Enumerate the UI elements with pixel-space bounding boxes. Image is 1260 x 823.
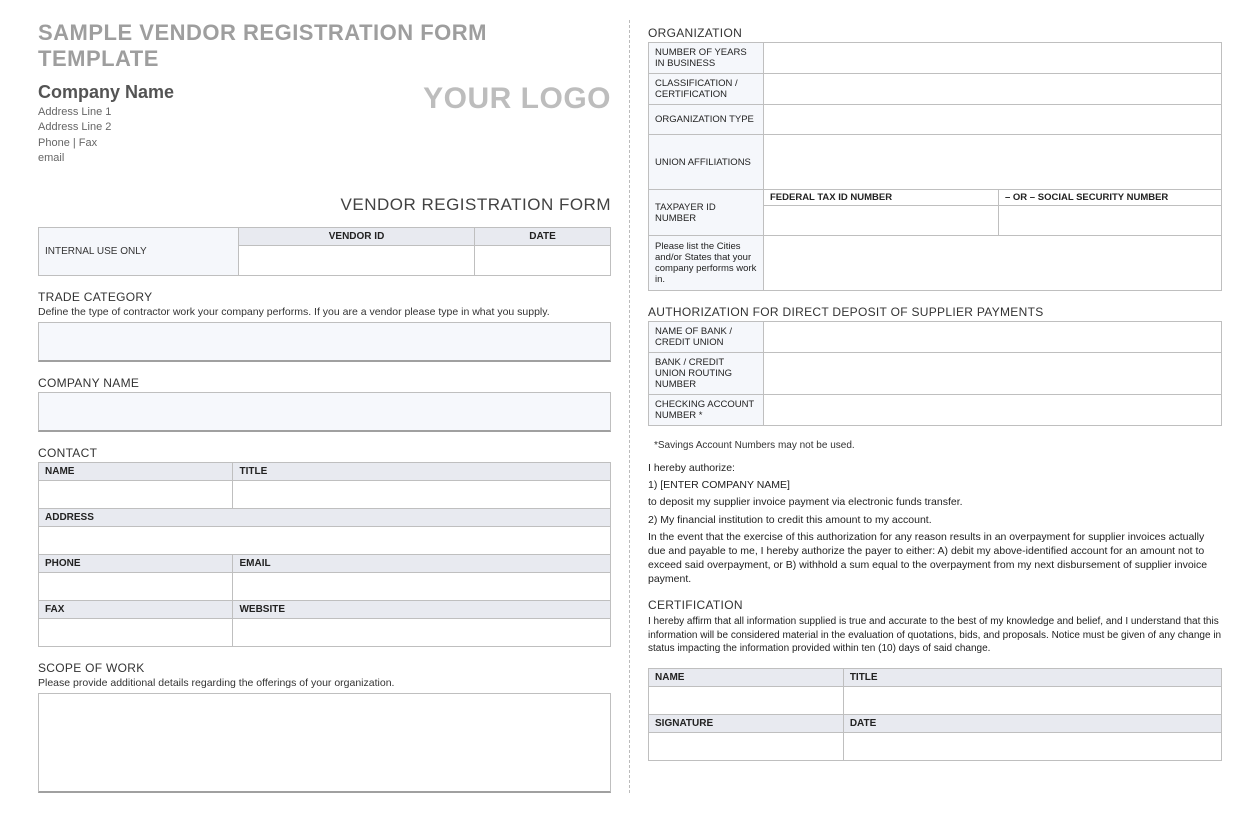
years-label: NUMBER OF YEARS IN BUSINESS xyxy=(649,43,764,74)
union-input[interactable] xyxy=(764,135,1222,190)
page-title: SAMPLE VENDOR REGISTRATION FORM TEMPLATE xyxy=(38,20,611,72)
bank-input[interactable] xyxy=(764,322,1222,353)
contact-address-input[interactable] xyxy=(39,526,611,554)
contact-address-header: ADDRESS xyxy=(39,508,611,526)
cities-label: Please list the Cities and/or States tha… xyxy=(649,236,764,291)
form-title: VENDOR REGISTRATION FORM xyxy=(38,195,611,215)
contact-phone-input[interactable] xyxy=(39,572,233,600)
contact-name-input[interactable] xyxy=(39,480,233,508)
ssn-header: – OR – SOCIAL SECURITY NUMBER xyxy=(999,190,1222,206)
sig-title-header: TITLE xyxy=(843,668,1221,686)
contact-phone-header: PHONE xyxy=(39,554,233,572)
certification-paragraph: I hereby affirm that all information sup… xyxy=(648,615,1222,656)
address-line-1: Address Line 1 xyxy=(38,105,174,120)
contact-fax-header: FAX xyxy=(39,600,233,618)
sig-date-input[interactable] xyxy=(843,732,1221,760)
trade-category-sub: Define the type of contractor work your … xyxy=(38,306,611,318)
certification-title: CERTIFICATION xyxy=(648,598,1222,612)
checking-label: CHECKING ACCOUNT NUMBER * xyxy=(649,395,764,426)
contact-website-input[interactable] xyxy=(233,618,611,646)
orgtype-label: ORGANIZATION TYPE xyxy=(649,105,764,135)
date-header: DATE xyxy=(475,227,611,245)
contact-title: CONTACT xyxy=(38,446,611,460)
logo-placeholder: YOUR LOGO xyxy=(423,82,611,116)
scope-sub: Please provide additional details regard… xyxy=(38,677,611,689)
sig-name-header: NAME xyxy=(649,668,844,686)
ssn-input[interactable] xyxy=(999,206,1222,236)
routing-label: BANK / CREDIT UNION ROUTING NUMBER xyxy=(649,353,764,395)
sig-name-input[interactable] xyxy=(649,686,844,714)
trade-category-title: TRADE CATEGORY xyxy=(38,290,611,304)
organization-table: NUMBER OF YEARS IN BUSINESS CLASSIFICATI… xyxy=(648,42,1222,291)
scope-title: SCOPE OF WORK xyxy=(38,661,611,675)
letterhead: Company Name Address Line 1 Address Line… xyxy=(38,82,611,167)
federal-tax-header: FEDERAL TAX ID NUMBER xyxy=(764,190,999,206)
page-1: SAMPLE VENDOR REGISTRATION FORM TEMPLATE… xyxy=(20,20,630,793)
organization-title: ORGANIZATION xyxy=(648,26,1222,40)
sig-signature-input[interactable] xyxy=(649,732,844,760)
trade-category-input[interactable] xyxy=(38,322,611,362)
page-2: ORGANIZATION NUMBER OF YEARS IN BUSINESS… xyxy=(630,20,1240,793)
scope-input[interactable] xyxy=(38,693,611,793)
contact-email-input[interactable] xyxy=(233,572,611,600)
auth-line1: 1) [ENTER COMPANY NAME] xyxy=(648,478,1222,492)
contact-email-header: EMAIL xyxy=(233,554,611,572)
contact-website-header: WEBSITE xyxy=(233,600,611,618)
contact-fax-input[interactable] xyxy=(39,618,233,646)
federal-tax-input[interactable] xyxy=(764,206,999,236)
company-name-input[interactable] xyxy=(38,392,611,432)
contact-title-input[interactable] xyxy=(233,480,611,508)
sig-title-input[interactable] xyxy=(843,686,1221,714)
routing-input[interactable] xyxy=(764,353,1222,395)
savings-note: *Savings Account Numbers may not be used… xyxy=(654,440,1222,451)
vendor-id-header: VENDOR ID xyxy=(239,227,475,245)
orgtype-input[interactable] xyxy=(764,105,1222,135)
cities-input[interactable] xyxy=(764,236,1222,291)
authorization-title: AUTHORIZATION FOR DIRECT DEPOSIT OF SUPP… xyxy=(648,305,1222,319)
email: email xyxy=(38,151,174,166)
internal-use-label: INTERNAL USE ONLY xyxy=(39,227,239,275)
union-label: UNION AFFILIATIONS xyxy=(649,135,764,190)
classification-label: CLASSIFICATION / CERTIFICATION xyxy=(649,74,764,105)
auth-deposit: to deposit my supplier invoice payment v… xyxy=(648,495,1222,509)
bank-label: NAME OF BANK / CREDIT UNION xyxy=(649,322,764,353)
authorization-table: NAME OF BANK / CREDIT UNION BANK / CREDI… xyxy=(648,321,1222,426)
auth-line2: 2) My financial institution to credit th… xyxy=(648,513,1222,527)
company-name: Company Name xyxy=(38,82,174,103)
date-input[interactable] xyxy=(475,245,611,275)
sig-date-header: DATE xyxy=(843,714,1221,732)
signature-table: NAME TITLE SIGNATURE DATE xyxy=(648,668,1222,761)
contact-table: NAME TITLE ADDRESS PHONE EMAIL FAX WEBSI… xyxy=(38,462,611,647)
years-input[interactable] xyxy=(764,43,1222,74)
classification-input[interactable] xyxy=(764,74,1222,105)
contact-name-header: NAME xyxy=(39,462,233,480)
company-block: Company Name Address Line 1 Address Line… xyxy=(38,82,174,167)
taxid-label: TAXPAYER ID NUMBER xyxy=(649,190,764,236)
phone-fax: Phone | Fax xyxy=(38,136,174,151)
contact-title-header: TITLE xyxy=(233,462,611,480)
sig-signature-header: SIGNATURE xyxy=(649,714,844,732)
company-name-title: COMPANY NAME xyxy=(38,376,611,390)
internal-use-table: INTERNAL USE ONLY VENDOR ID DATE xyxy=(38,227,611,276)
vendor-id-input[interactable] xyxy=(239,245,475,275)
auth-paragraph: In the event that the exercise of this a… xyxy=(648,530,1222,587)
auth-intro: I hereby authorize: xyxy=(648,461,1222,475)
checking-input[interactable] xyxy=(764,395,1222,426)
address-line-2: Address Line 2 xyxy=(38,120,174,135)
